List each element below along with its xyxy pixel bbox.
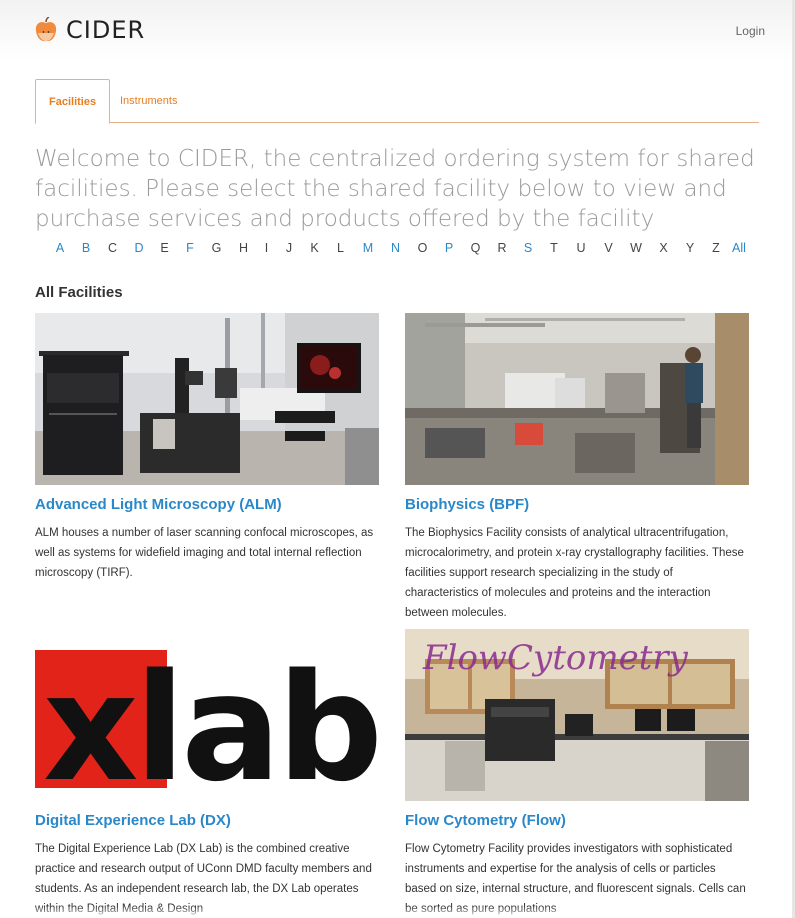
alphabet-filter: A B C D E F G H I J K L M N O P Q R S T U V W X Y Z All [47, 241, 749, 255]
apple-logo-icon [35, 16, 57, 43]
app-name: CIDER [66, 16, 146, 44]
alphabet-letter-g: G [211, 241, 222, 255]
alphabet-letter-z: Z [712, 241, 720, 255]
tab-instruments[interactable]: Instruments [107, 79, 190, 123]
alphabet-letter-all[interactable]: All [729, 241, 749, 255]
facility-title-flow[interactable]: Flow Cytometry (Flow) [405, 812, 566, 829]
alphabet-letter-h: H [238, 241, 249, 255]
facility-tabs: Facilities Instruments [35, 79, 759, 124]
alphabet-letter-x: X [659, 241, 668, 255]
alphabet-letter-a[interactable]: A [47, 241, 73, 255]
alphabet-letter-e: E [160, 241, 169, 255]
facility-title-bpf[interactable]: Biophysics (BPF) [405, 496, 529, 513]
facility-title-dx[interactable]: Digital Experience Lab (DX) [35, 812, 231, 829]
facility-image-dx[interactable]: xlab [35, 629, 379, 801]
alphabet-letter-s[interactable]: S [515, 241, 541, 255]
facility-card-flow: FlowCytometry Flow Cytometry (Flow) Flow… [405, 629, 749, 915]
alphabet-letter-c: C [107, 241, 118, 255]
alphabet-letter-q: Q [470, 241, 481, 255]
facility-description-bpf: The Biophysics Facility consists of anal… [405, 527, 744, 619]
alphabet-letter-t: T [550, 241, 558, 255]
section-title: All Facilities [35, 284, 123, 301]
alphabet-letter-u: U [576, 241, 586, 255]
flow-cytometry-overlay-text: FlowCytometry [422, 638, 689, 678]
facility-card-bpf: Biophysics (BPF) The Biophysics Facility… [405, 313, 749, 619]
alphabet-letter-b[interactable]: B [73, 241, 99, 255]
facility-image-alm[interactable] [35, 313, 379, 485]
alphabet-letter-y: Y [685, 241, 695, 255]
login-link[interactable]: Login [736, 24, 765, 38]
alphabet-letter-n[interactable]: N [382, 241, 409, 255]
alphabet-letter-f[interactable]: F [177, 241, 203, 255]
alphabet-letter-r: R [497, 241, 507, 255]
alphabet-letter-d[interactable]: D [126, 241, 152, 255]
alphabet-letter-v: V [604, 241, 613, 255]
xlab-logo-text: xlab [43, 642, 379, 801]
alphabet-letter-l: L [337, 241, 344, 255]
alphabet-letter-o: O [417, 241, 428, 255]
alphabet-letter-i: I [264, 241, 269, 255]
tab-facilities[interactable]: Facilities [35, 79, 111, 124]
header: CIDER Login [0, 0, 795, 62]
alphabet-letter-j: J [285, 241, 293, 255]
facility-image-flow[interactable]: FlowCytometry [405, 629, 749, 801]
alphabet-letter-p[interactable]: P [436, 241, 462, 255]
facility-description-alm: ALM houses a number of laser scanning co… [35, 527, 374, 579]
facility-card-alm: Advanced Light Microscopy (ALM) ALM hous… [35, 313, 379, 579]
alphabet-letter-k: K [310, 241, 319, 255]
facility-title-alm[interactable]: Advanced Light Microscopy (ALM) [35, 496, 282, 513]
alphabet-letter-m[interactable]: M [354, 241, 382, 255]
facility-card-dx: xlab Digital Experience Lab (DX) The Dig… [35, 629, 379, 915]
bottom-fade [0, 906, 795, 918]
logo[interactable]: CIDER [35, 16, 145, 44]
alphabet-letter-w: W [630, 241, 642, 255]
facility-image-bpf[interactable] [405, 313, 749, 485]
welcome-text: Welcome to CIDER, the centralized orderi… [35, 146, 755, 232]
